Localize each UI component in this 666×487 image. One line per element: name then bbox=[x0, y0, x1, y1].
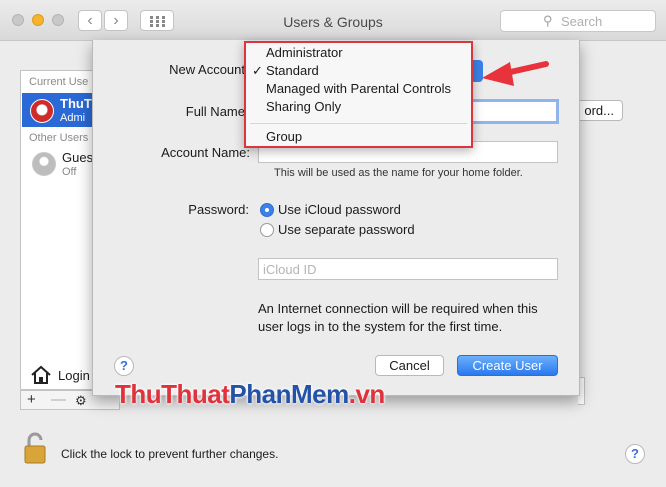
home-icon bbox=[31, 365, 51, 384]
other-users-header: Other Users bbox=[29, 132, 89, 144]
guest-avatar bbox=[32, 152, 56, 176]
account-name-hint: This will be used as the name for your h… bbox=[274, 167, 523, 179]
menu-item-administrator[interactable]: Administrator bbox=[266, 45, 343, 60]
search-field[interactable]: ⚲ Search bbox=[500, 10, 656, 32]
gear-icon[interactable]: ⚙ bbox=[75, 393, 87, 409]
internet-info-line2: user logs in to the system for the first… bbox=[258, 319, 503, 334]
watermark-part2: PhanMem bbox=[229, 379, 349, 409]
radio-icloud-password[interactable] bbox=[260, 203, 274, 217]
title-bar: ‹ › Users & Groups ⚲ Search bbox=[0, 0, 666, 41]
search-placeholder: Search bbox=[561, 14, 603, 29]
cancel-button[interactable]: Cancel bbox=[375, 355, 444, 376]
help-button[interactable]: ? bbox=[114, 356, 134, 376]
lock-text: Click the lock to prevent further change… bbox=[61, 447, 279, 461]
internet-info-line1: An Internet connection will be required … bbox=[258, 301, 538, 316]
password-label: Password: bbox=[188, 202, 249, 217]
icloud-id-field[interactable]: iCloud ID bbox=[258, 258, 558, 280]
new-account-label: New Account bbox=[169, 62, 245, 77]
guest-user-name: Gues bbox=[62, 150, 94, 165]
current-users-header: Current Use bbox=[29, 76, 89, 88]
annotation-arrow-icon bbox=[482, 61, 549, 86]
checkmark-icon: ✓ bbox=[252, 63, 263, 78]
search-icon: ⚲ bbox=[543, 13, 553, 28]
remove-user-button[interactable]: — bbox=[51, 391, 66, 408]
current-user-role: Admi bbox=[60, 112, 86, 124]
login-options-label: Login bbox=[58, 368, 90, 383]
lock-icon bbox=[24, 432, 46, 464]
footer-help-button[interactable]: ? bbox=[625, 444, 645, 464]
radio-separate-password[interactable] bbox=[260, 223, 274, 237]
watermark-logo: ThuThuatPhanMem.vn bbox=[115, 379, 385, 410]
create-user-button[interactable]: Create User bbox=[457, 355, 558, 376]
icloud-password-option[interactable]: Use iCloud password bbox=[278, 202, 401, 217]
add-user-button[interactable]: + bbox=[27, 391, 36, 408]
menu-item-sharing-only[interactable]: Sharing Only bbox=[266, 99, 341, 114]
account-type-menu: Administrator ✓ Standard Managed with Pa… bbox=[244, 41, 473, 148]
current-user-name: ThuT bbox=[60, 96, 92, 111]
avatar bbox=[30, 99, 54, 123]
icloud-id-placeholder: iCloud ID bbox=[263, 262, 317, 277]
full-name-label: Full Name bbox=[185, 104, 245, 119]
change-password-label: ord... bbox=[584, 103, 614, 118]
menu-item-standard[interactable]: Standard bbox=[266, 63, 319, 78]
watermark-part1: ThuThuat bbox=[115, 379, 230, 409]
separate-password-option[interactable]: Use separate password bbox=[278, 222, 415, 237]
menu-item-managed-parental-controls[interactable]: Managed with Parental Controls bbox=[266, 81, 451, 96]
watermark-part3: .vn bbox=[348, 379, 386, 409]
account-name-label: Account Name: bbox=[161, 145, 250, 160]
guest-user-status: Off bbox=[62, 166, 77, 178]
menu-item-group[interactable]: Group bbox=[266, 129, 302, 144]
menu-separator bbox=[250, 123, 467, 124]
